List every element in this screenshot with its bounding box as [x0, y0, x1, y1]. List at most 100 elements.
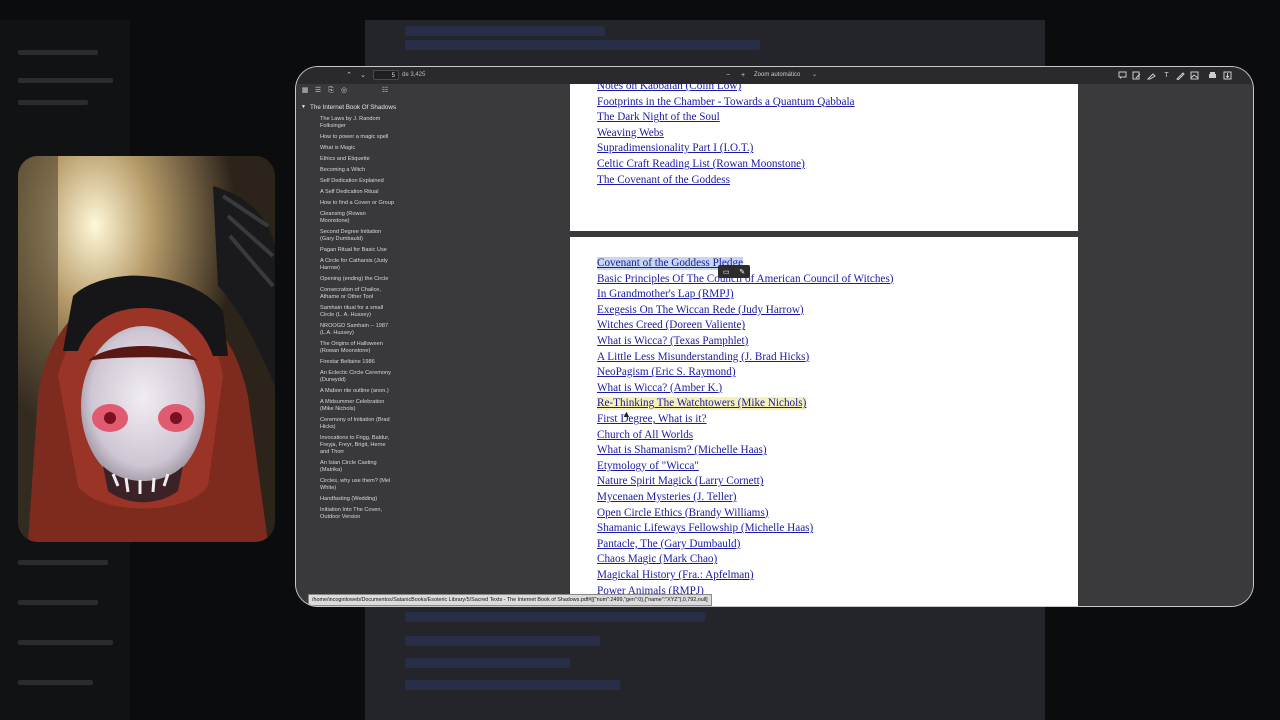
outline-item[interactable]: The Laws by J. Random Folksinger [296, 116, 398, 130]
outline-list: The Laws by J. Random Folksinger How to p… [296, 116, 398, 521]
zoom-value: Zoom automático [754, 72, 801, 78]
save-icon[interactable] [1223, 71, 1232, 80]
edit-note-icon[interactable] [1132, 71, 1141, 80]
toc-link[interactable]: Weaving Webs [597, 127, 664, 140]
outline-item[interactable]: An Isian Circle Casting (Matrika) [296, 460, 398, 474]
toc-link[interactable]: Nature Spirit Magick (Larry Cornett) [597, 475, 764, 488]
pdf-viewer-window: ⌃ ⌄ 5 de 3,425 − + Zoom automático ⌄ T ▦… [296, 67, 1253, 606]
outline-item[interactable]: Firestar Beltaine 1986 [296, 359, 398, 366]
toc-link[interactable]: Celtic Craft Reading List (Rowan Moonsto… [597, 158, 805, 171]
pen-icon[interactable]: ✎ [739, 268, 745, 276]
document-viewer: Notes on Kabbalah (Colin Low) Footprints … [398, 84, 1253, 606]
outline-item[interactable]: A Mabon rite outline (anon.) [296, 388, 398, 395]
outline-item[interactable]: Ethics and Etiquette [296, 156, 398, 163]
toc-link[interactable]: Open Circle Ethics (Brandy Williams) [597, 507, 768, 520]
outline-item[interactable]: Cleansing (Rowan Moonstone) [296, 211, 398, 225]
layers-icon[interactable]: ◎ [339, 86, 349, 96]
outline-icon[interactable]: ☰ [313, 86, 323, 96]
background-line [18, 560, 108, 565]
toc-link[interactable]: Etymology of "Wicca" [597, 460, 699, 473]
outline-item[interactable]: Ceremony of Initiation (Brad Hicks) [296, 417, 398, 431]
outline-item[interactable]: What is Magic [296, 145, 398, 152]
outline-item[interactable]: Consecration of Chalice, Athame or Other… [296, 287, 398, 301]
zoom-out-button[interactable]: − [724, 67, 732, 84]
toc-link[interactable]: The Covenant of the Goddess [597, 174, 730, 187]
toc-link[interactable]: Exegesis On The Wiccan Rede (Judy Harrow… [597, 304, 804, 317]
toc-link[interactable]: What is Wicca? (Texas Pamphlet) [597, 335, 748, 348]
chevron-down-icon: ⌄ [811, 72, 817, 78]
background-line [18, 50, 98, 55]
outline-item[interactable]: NROOGD Samhain -- 1987 (L.A. Hussey) [296, 323, 398, 337]
outline-item[interactable]: A Circle for Catharsis (Judy Harrow) [296, 258, 398, 272]
background-line [18, 78, 113, 83]
toc-link[interactable]: Shamanic Lifeways Fellowship (Michelle H… [597, 522, 813, 535]
zoom-in-button[interactable]: + [739, 67, 747, 84]
outline-item[interactable]: Pagan Ritual for Basic Use [296, 247, 398, 254]
page-number-input[interactable]: 5 [373, 70, 399, 80]
toolbar: ⌃ ⌄ 5 de 3,425 − + Zoom automático ⌄ T [296, 67, 1253, 84]
outline-root-label: The Internet Book Of Shadows [310, 104, 397, 111]
toc-link[interactable]: Witches Creed (Doreen Valiente) [597, 319, 745, 332]
background-line [405, 636, 600, 646]
toc-link[interactable]: Chaos Magic (Mark Chao) [597, 553, 717, 566]
outline-item[interactable]: Initiation Into The Coven, Outdoor Versi… [296, 507, 398, 521]
outline-item[interactable]: Self Dedication Explained [296, 178, 398, 185]
webcam-overlay [18, 156, 275, 542]
pdf-page-current: Covenant of the Goddess Pledge Basic Prin… [570, 237, 1078, 606]
outline-item[interactable]: A Midsummer Celebration (Mike Nichols) [296, 399, 398, 413]
outline-item[interactable]: Circles, why use them? (Mel White) [296, 478, 398, 492]
background-line [18, 640, 113, 645]
next-page-button[interactable]: ⌄ [358, 67, 368, 84]
background-line [405, 612, 705, 622]
triangle-down-icon[interactable]: ▼ [301, 104, 306, 112]
text-tool-icon[interactable]: T [1162, 67, 1171, 84]
background-line [405, 680, 620, 690]
toc-link[interactable]: Church of All Worlds [597, 429, 693, 442]
toc-link[interactable]: A Little Less Misunderstanding (J. Brad … [597, 351, 809, 364]
outline-item[interactable]: Second Degree Initiation (Gary Dumbauld) [296, 229, 398, 243]
outline-item[interactable]: A Self Dedication Ritual [296, 189, 398, 196]
annotation-popup: ▭ ✎ [718, 265, 750, 278]
thumbnails-icon[interactable]: ▦ [300, 86, 310, 96]
toc-link[interactable]: Pantacle, The (Gary Dumbauld) [597, 538, 740, 551]
mouse-cursor: ▲ [622, 409, 631, 419]
attachments-icon[interactable]: ⎘ [326, 86, 336, 96]
highlight-icon[interactable] [1147, 71, 1156, 80]
current-outline-icon[interactable]: ☷ [380, 86, 390, 96]
background-line [405, 40, 760, 50]
toc-link[interactable]: Notes on Kabbalah (Colin Low) [597, 84, 741, 93]
comment-icon[interactable]: ▭ [723, 268, 730, 276]
outline-item[interactable]: Handfasting (Wedding) [296, 496, 398, 503]
outline-item[interactable]: How to find a Coven or Group [296, 200, 398, 207]
sidebar-tools: ▦ ☰ ⎘ ◎ ☷ [296, 84, 398, 98]
toc-link[interactable]: In Grandmother's Lap (RMPJ) [597, 288, 734, 301]
toc-link[interactable]: First Degree, What is it? [597, 413, 706, 426]
pdf-page-previous: Notes on Kabbalah (Colin Low) Footprints … [570, 84, 1078, 231]
outline-item[interactable]: Invocations to Frigg, Baldur, Freyja, Fr… [296, 435, 398, 456]
toc-link[interactable]: Magickal History (Fra.: Apfelman) [597, 569, 754, 582]
outline-item[interactable]: Becoming a Witch [296, 167, 398, 174]
outline-item[interactable]: How to power a magic spell [296, 134, 398, 141]
outline-item[interactable]: An Eclectic Circle Ceremony (Durwydd) [296, 370, 398, 384]
outline-item[interactable]: Opening (ending) the Circle [296, 276, 398, 283]
webcam-image [18, 156, 275, 542]
comment-icon[interactable] [1118, 71, 1127, 80]
toc-link[interactable]: What is Shamanism? (Michelle Haas) [597, 444, 767, 457]
toc-link[interactable]: NeoPagism (Eric S. Raymond) [597, 366, 736, 379]
toc-link[interactable]: Footprints in the Chamber - Towards a Qu… [597, 96, 855, 109]
outline-root-item[interactable]: ▼ The Internet Book Of Shadows [296, 104, 398, 112]
background-line [18, 680, 93, 685]
toc-link[interactable]: What is Wicca? (Amber K.) [597, 382, 722, 395]
toc-link[interactable]: Mycenaen Mysteries (J. Teller) [597, 491, 736, 504]
toc-link[interactable]: The Dark Night of the Soul [597, 111, 720, 124]
image-icon[interactable] [1190, 71, 1199, 80]
outline-item[interactable]: The Origins of Halloween (Rowan Moonston… [296, 341, 398, 355]
toc-link[interactable]: Supradimensionality Part I (I.O.T.) [597, 142, 753, 155]
background-line [405, 658, 570, 668]
draw-icon[interactable] [1176, 71, 1185, 80]
zoom-select[interactable]: Zoom automático ⌄ [751, 69, 821, 81]
outline-item[interactable]: Samhain ritual for a small Circle (L. A.… [296, 305, 398, 319]
previous-page-button[interactable]: ⌃ [344, 67, 354, 84]
print-icon[interactable] [1208, 71, 1217, 80]
background-line [18, 600, 98, 605]
